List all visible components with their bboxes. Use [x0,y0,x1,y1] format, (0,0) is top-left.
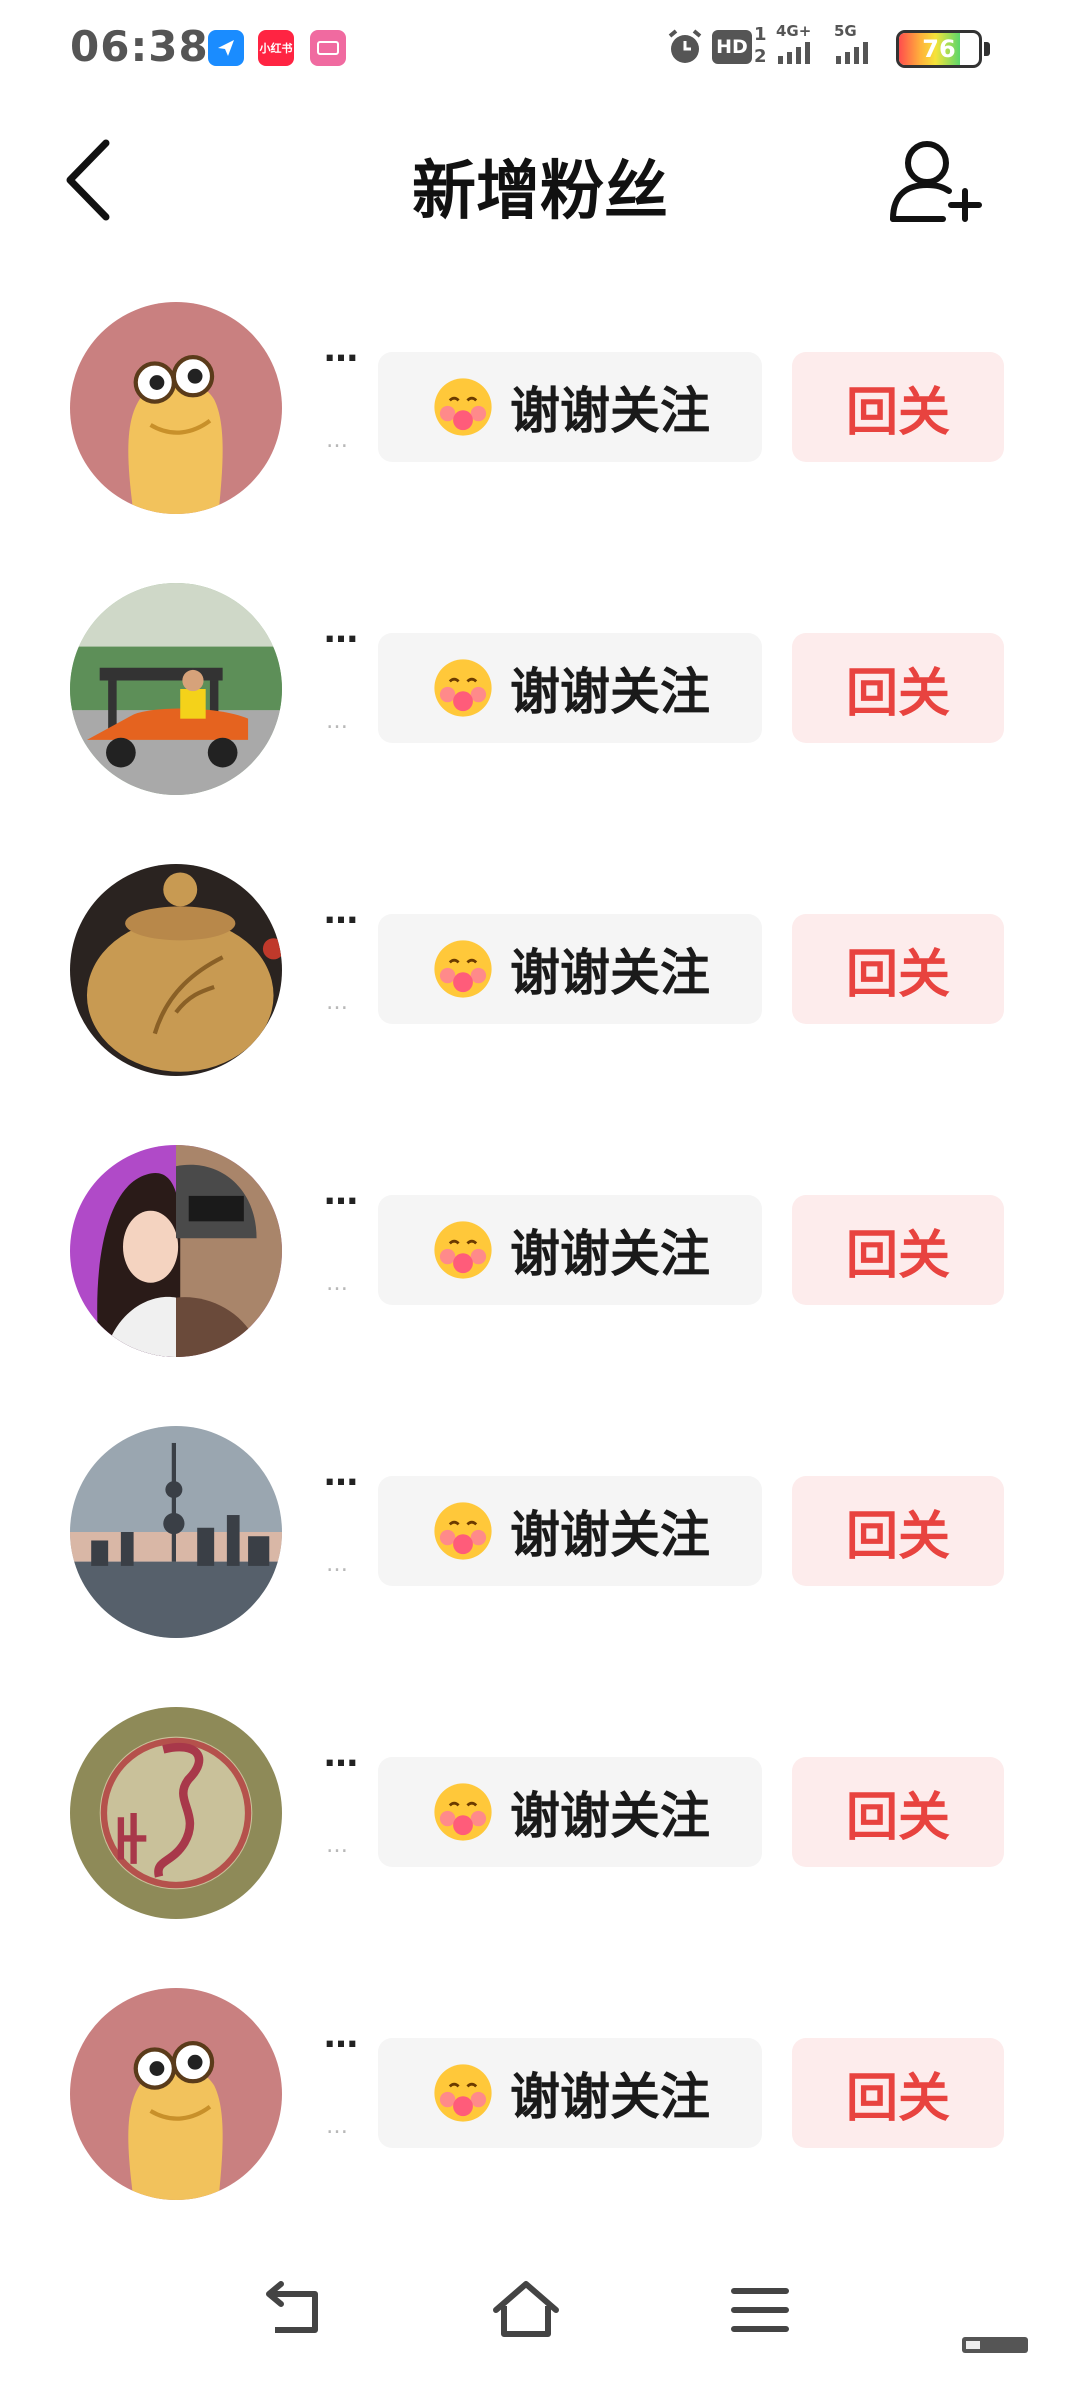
list-item: … … 谢谢关注 回关 [0,1695,1080,1935]
fan-name[interactable]: … [324,611,360,651]
city-skyline-avatar[interactable] [70,1426,282,1638]
golf-cart-photo-avatar[interactable] [70,583,282,795]
list-item: … … 谢谢关注 回关 [0,1133,1080,1373]
fan-name[interactable]: … [324,1454,360,1494]
alarm-icon [664,26,706,72]
fan-subtitle: … [326,990,351,1015]
thanks-label: 谢谢关注 [510,2068,710,2126]
pink-app-icon [310,30,346,66]
signal-5g-icon: 5G [834,22,874,68]
net2-label: 5G [834,22,857,40]
fan-name[interactable]: … [324,892,360,932]
xiaohongshu-icon-label: 小红书 [259,42,293,55]
fan-name[interactable]: … [324,1735,360,1775]
follow-back-button[interactable]: 回关 [792,352,1004,462]
fan-subtitle: … [326,1271,351,1296]
nav-menu-button[interactable] [700,2250,820,2370]
fan-subtitle: … [326,1833,351,1858]
system-nav-bar [0,2250,1080,2370]
sim-indicator: 1 2 [754,24,767,68]
thanks-label: 谢谢关注 [510,663,710,721]
thanks-label: 谢谢关注 [510,1506,710,1564]
blushing-emoji-icon [434,940,492,998]
add-user-icon [890,141,982,222]
status-time: 06:38 [70,22,209,71]
follow-back-label: 回关 [845,382,950,443]
follow-back-button[interactable]: 回关 [792,2038,1004,2148]
battery-level-text: 76 [922,35,956,63]
hd-label: HD [716,36,748,58]
net1-label: 4G+ [776,22,812,40]
battery-icon: 76 [896,30,982,68]
thanks-label: 谢谢关注 [510,944,710,1002]
thanks-for-follow-button[interactable]: 谢谢关注 [378,633,762,743]
cartoon-creature-avatar[interactable] [70,302,282,514]
screen-pill-icon [960,2334,1030,2356]
follow-back-label: 回关 [845,1506,950,1567]
xiaohongshu-icon: 小红书 [258,30,294,66]
list-item: … … 谢谢关注 回关 [0,571,1080,811]
list-item: … … 谢谢关注 回关 [0,852,1080,1092]
fan-name[interactable]: … [324,2016,360,2056]
nav-back-icon [266,2281,318,2333]
blue-app-icon [208,30,244,66]
blushing-emoji-icon [434,1783,492,1841]
blushing-emoji-icon [434,2064,492,2122]
fan-subtitle: … [326,709,351,734]
list-item: … … 谢谢关注 回关 [0,1976,1080,2216]
calligraphy-seal-avatar[interactable] [70,1707,282,1919]
add-friend-button[interactable] [880,130,990,230]
thanks-for-follow-button[interactable]: 谢谢关注 [378,1195,762,1305]
follow-back-label: 回关 [845,2068,950,2129]
follow-back-button[interactable]: 回关 [792,914,1004,1024]
header: 新增粉丝 [0,110,1080,250]
thanks-label: 谢谢关注 [510,1225,710,1283]
blushing-emoji-icon [434,659,492,717]
nav-menu-icon [731,2288,789,2332]
cartoon-creature-avatar[interactable] [70,1988,282,2200]
thanks-for-follow-button[interactable]: 谢谢关注 [378,1757,762,1867]
thanks-label: 谢谢关注 [510,382,710,440]
follow-back-button[interactable]: 回关 [792,1195,1004,1305]
teapot-photo-avatar[interactable] [70,864,282,1076]
follow-back-label: 回关 [845,944,950,1005]
nav-home-button[interactable] [466,2250,586,2370]
blushing-emoji-icon [434,1221,492,1279]
fan-name[interactable]: … [324,330,360,370]
sim2-label: 2 [754,46,767,67]
thanks-for-follow-button[interactable]: 谢谢关注 [378,352,762,462]
follow-back-label: 回关 [845,663,950,724]
follow-back-label: 回关 [845,1225,950,1286]
status-bar: 06:38 小红书 HD 1 2 4G+ 5G 76 [0,0,1080,100]
follow-back-button[interactable]: 回关 [792,1757,1004,1867]
sim1-label: 1 [754,24,767,45]
thanks-label: 谢谢关注 [510,1787,710,1845]
fan-name[interactable]: … [324,1173,360,1213]
signal-4g-icon: 4G+ [776,22,816,68]
anime-girl-avatar[interactable] [70,1145,282,1357]
thanks-for-follow-button[interactable]: 谢谢关注 [378,914,762,1024]
list-item: … … 谢谢关注 回关 [0,1414,1080,1654]
fan-subtitle: … [326,428,351,453]
battery-tip [984,42,990,56]
nav-home-icon [493,2281,559,2337]
hd-voice-icon: HD [712,30,752,64]
fan-subtitle: … [326,1552,351,1577]
follow-back-label: 回关 [845,1787,950,1848]
list-item: … … 谢谢关注 回关 [0,290,1080,530]
thanks-for-follow-button[interactable]: 谢谢关注 [378,2038,762,2148]
follow-back-button[interactable]: 回关 [792,1476,1004,1586]
blushing-emoji-icon [434,378,492,436]
blushing-emoji-icon [434,1502,492,1560]
follow-back-button[interactable]: 回关 [792,633,1004,743]
fan-subtitle: … [326,2114,351,2139]
nav-back-button[interactable] [232,2250,352,2370]
thanks-for-follow-button[interactable]: 谢谢关注 [378,1476,762,1586]
